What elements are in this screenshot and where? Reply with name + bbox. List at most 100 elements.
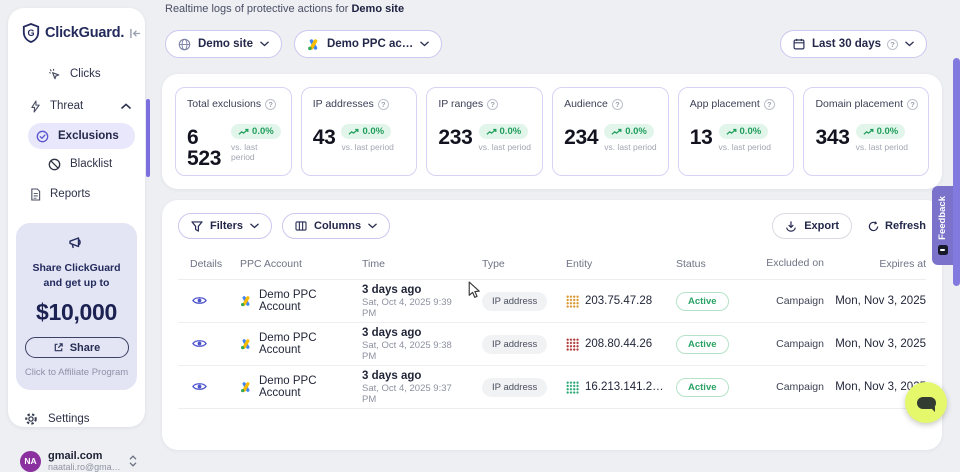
avatar: NA [20, 451, 41, 472]
expires-at-cell: Mon, Nov 3, 2025 [830, 338, 926, 350]
help-icon: ? [265, 99, 276, 110]
stat-card: IP addresses ? 43 0.0% vs. last period [301, 87, 418, 176]
logo-text: ClickGuard. [45, 25, 124, 41]
entity-value: 208.80.44.26 [585, 338, 652, 350]
entity-cell: 203.75.47.28 [550, 295, 660, 308]
entity-identicon [566, 381, 579, 394]
ppc-account-name: Demo PPC Account [259, 332, 348, 356]
affiliate-promo-card[interactable]: Share ClickGuard and get up to $10,000 S… [16, 223, 137, 390]
globe-icon [178, 38, 191, 51]
column-header: Time [348, 258, 466, 270]
time-absolute: Sat, Oct 4, 2025 9:37 PM [362, 383, 466, 405]
refresh-button[interactable]: Refresh [868, 220, 926, 232]
sidebar-item-threat[interactable]: Threat [22, 93, 139, 119]
stat-caption: vs. last period [341, 142, 393, 152]
status-cell: Active [660, 292, 760, 311]
stat-card: App placement ? 13 0.0% vs. last period [678, 87, 795, 176]
table-row[interactable]: Demo PPC Account 3 days ago Sat, Oct 4, … [178, 323, 926, 366]
entity-identicon [566, 338, 579, 351]
column-header: Details [178, 258, 228, 270]
feedback-tab[interactable]: Feedback [932, 186, 953, 265]
columns-button-label: Columns [314, 220, 361, 232]
columns-dropdown-button[interactable]: Columns [282, 213, 390, 239]
google-ads-icon [307, 38, 320, 51]
chevron-down-icon [260, 41, 269, 47]
page-scrollbar[interactable] [953, 58, 960, 286]
google-ads-icon [240, 295, 252, 307]
sidebar-item-label: Clicks [70, 68, 101, 80]
column-header: Expires at [830, 258, 926, 270]
svg-text:G: G [27, 28, 34, 38]
filters-dropdown-button[interactable]: Filters [178, 213, 272, 239]
google-ads-icon [240, 381, 252, 393]
filters-button-label: Filters [210, 220, 243, 232]
sidebar-item-reports[interactable]: Reports [22, 181, 139, 207]
stat-value: 13 [690, 127, 713, 148]
type-badge: IP address [482, 292, 547, 311]
subtitle-site: Demo site [351, 3, 404, 15]
details-cell [178, 293, 228, 309]
delta-value: 0.0% [740, 126, 762, 137]
google-ads-icon [240, 338, 252, 350]
feedback-widget-icon [938, 245, 948, 255]
time-cell: 3 days ago Sat, Oct 4, 2025 9:39 PM [348, 284, 466, 319]
sidebar-item-blacklist[interactable]: Blacklist [40, 151, 139, 177]
excluded-on-cell: Campaign [760, 295, 830, 307]
view-details-eye-icon[interactable] [190, 379, 209, 394]
ppc-account-cell: Demo PPC Account [228, 375, 348, 399]
delta-value: 0.0% [500, 126, 522, 137]
stat-caption: vs. last period [231, 142, 281, 162]
table-row[interactable]: Demo PPC Account 3 days ago Sat, Oct 4, … [178, 366, 926, 409]
time-relative: 3 days ago [362, 327, 466, 339]
stat-label: Domain placement [815, 98, 903, 110]
status-cell: Active [660, 378, 760, 397]
stat-value: 343 [815, 127, 849, 148]
calendar-icon [793, 38, 805, 50]
time-absolute: Sat, Oct 4, 2025 9:38 PM [362, 340, 466, 362]
trend-up-icon [863, 128, 874, 136]
date-range-dropdown[interactable]: Last 30 days ? [780, 30, 927, 58]
table-row[interactable]: Demo PPC Account 3 days ago Sat, Oct 4, … [178, 280, 926, 323]
stat-caption: vs. last period [856, 142, 908, 152]
delta-value: 0.0% [362, 126, 384, 137]
view-details-eye-icon[interactable] [190, 336, 209, 351]
sidebar: G ClickGuard. Clicks Threat [8, 8, 145, 427]
stats-panel: Total exclusions ? 6 523 0.0% vs. last p… [162, 74, 942, 189]
refresh-button-label: Refresh [885, 220, 926, 232]
sidebar-nav: Clicks Threat Exclusions Blacklist [8, 53, 145, 207]
user-account-selector[interactable]: NA gmail.com naatali.ro@gmail.com [8, 440, 145, 472]
main-content: Realtime logs of protective actions for … [162, 0, 942, 433]
sidebar-item-label: Reports [50, 188, 90, 200]
table-header-row: DetailsPPC AccountTimeTypeEntityStatusEx… [178, 257, 926, 280]
status-cell: Active [660, 335, 760, 354]
collapse-sidebar-icon[interactable] [129, 28, 142, 39]
column-header: Type [466, 258, 550, 270]
ppc-account-filter-dropdown[interactable]: Demo PPC ac… [294, 30, 442, 58]
chevron-up-down-icon [129, 455, 137, 467]
help-icon: ? [764, 99, 775, 110]
lightning-icon [30, 100, 41, 113]
type-cell: IP address [466, 292, 550, 311]
site-filter-dropdown[interactable]: Demo site [165, 30, 282, 58]
stat-label: IP ranges [438, 98, 483, 110]
export-button[interactable]: Export [772, 213, 852, 239]
sidebar-item-label: Threat [50, 100, 83, 112]
export-button-label: Export [804, 220, 839, 232]
view-details-eye-icon[interactable] [190, 293, 209, 308]
filters-row: Demo site Demo PPC ac… Last 30 days ? [165, 30, 942, 58]
share-button[interactable]: Share [25, 337, 129, 358]
sidebar-item-settings[interactable]: Settings [24, 412, 145, 426]
sidebar-item-clicks[interactable]: Clicks [40, 61, 139, 87]
chat-launcher-button[interactable] [905, 382, 947, 423]
table-toolbar: Filters Columns Export [178, 213, 926, 239]
gear-icon [24, 412, 38, 426]
trend-up-icon [238, 128, 249, 136]
sidebar-scrollbar[interactable] [146, 99, 150, 177]
promo-amount: $10,000 [24, 299, 129, 326]
user-email: naatali.ro@gmail.com [48, 462, 122, 472]
entity-value: 203.75.47.28 [585, 295, 652, 307]
stat-value: 233 [438, 127, 472, 148]
trend-up-icon [348, 128, 359, 136]
sidebar-item-exclusions[interactable]: Exclusions [28, 123, 135, 149]
time-absolute: Sat, Oct 4, 2025 9:39 PM [362, 297, 466, 319]
